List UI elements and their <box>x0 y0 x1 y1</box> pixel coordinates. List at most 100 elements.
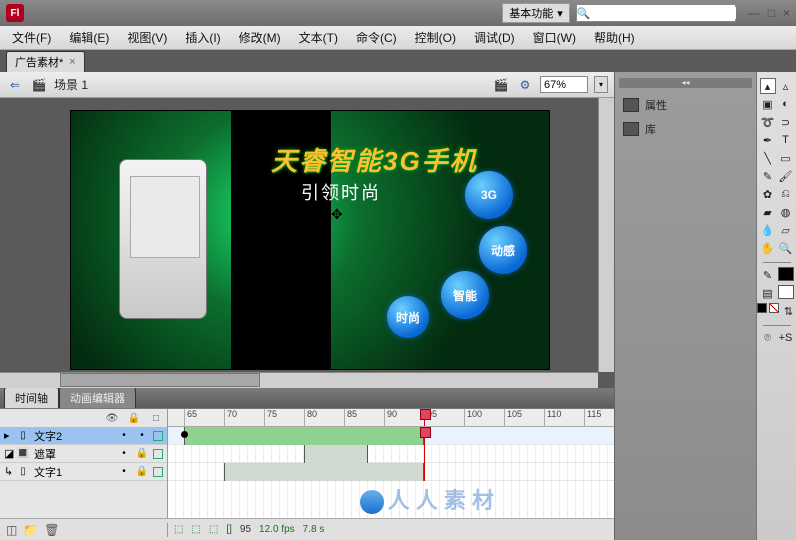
eraser-tool[interactable]: ▱ <box>778 222 794 238</box>
menu-modify[interactable]: 修改(M) <box>231 27 289 48</box>
selection-tool[interactable]: ▴ <box>760 78 776 94</box>
pen-tool[interactable]: ✒ <box>760 132 776 148</box>
eyedropper-tool[interactable]: 💧 <box>760 222 776 238</box>
visibility-icon[interactable]: 👁 <box>105 413 119 424</box>
lock-icon[interactable]: 🔒 <box>127 413 141 424</box>
right-panels: ◂◂ 属性 库 ▴▵ ▣◐ ➰⊃ ✒T ╲▭ ✎🖌 ✿⎌ ▰◍ 💧▱ ✋🔍 ✎ <box>614 72 796 540</box>
ink-bottle-tool[interactable]: ◍ <box>778 204 794 220</box>
menu-insert[interactable]: 插入(I) <box>177 27 228 48</box>
close-button[interactable]: × <box>783 6 790 20</box>
track-row[interactable] <box>168 463 614 481</box>
menu-debug[interactable]: 调试(D) <box>466 27 523 48</box>
swap-colors-button[interactable]: ⇅ <box>781 303 796 319</box>
minimize-button[interactable]: — <box>748 6 760 20</box>
track-row[interactable] <box>168 445 614 463</box>
menu-control[interactable]: 控制(O) <box>407 27 464 48</box>
onion-skin-outlines-button[interactable]: ⬚ <box>191 524 200 535</box>
scene-label: 场景 1 <box>54 76 88 93</box>
menu-view[interactable]: 视图(V) <box>119 27 175 48</box>
layer-lock-dot[interactable]: • <box>135 430 149 441</box>
fill-swatch[interactable] <box>778 285 794 299</box>
modify-markers-button[interactable]: [] <box>226 524 232 535</box>
search-input[interactable] <box>590 7 736 19</box>
free-transform-tool[interactable]: ▣ <box>760 96 776 112</box>
layer-type-icon: ↳ <box>4 465 12 478</box>
layer-row[interactable]: ↳▯文字1•🔒 <box>0 463 167 481</box>
frame-ruler[interactable]: 65707580859095100105110115 <box>168 409 614 426</box>
subselection-tool[interactable]: ▵ <box>778 78 794 94</box>
zoom-dropdown-icon[interactable]: ▾ <box>594 76 608 93</box>
smooth-button[interactable]: +S <box>778 330 794 346</box>
layer-lock-dot[interactable]: 🔒 <box>135 466 149 477</box>
menu-help[interactable]: 帮助(H) <box>586 27 643 48</box>
zoom-tool[interactable]: 🔍 <box>778 240 794 256</box>
layer-visibility-dot[interactable]: • <box>117 448 131 459</box>
outline-icon[interactable]: □ <box>149 413 163 424</box>
workspace-switcher[interactable]: 基本功能 ▾ <box>502 3 570 23</box>
menu-commands[interactable]: 命令(C) <box>348 27 405 48</box>
fps-display: 12.0 fps <box>259 524 295 535</box>
layer-outline-swatch[interactable] <box>153 449 163 459</box>
layer-outline-swatch[interactable] <box>153 431 163 441</box>
tracks-area[interactable]: 人 人 素 材 <box>168 427 614 518</box>
lasso-magnet-tool[interactable]: ⊃ <box>778 114 794 130</box>
line-tool[interactable]: ╲ <box>760 150 776 166</box>
brush-tool[interactable]: 🖌 <box>778 168 794 184</box>
playhead[interactable] <box>424 409 425 426</box>
elapsed-time: 7.8 s <box>303 524 325 535</box>
layer-row[interactable]: ▸▯文字2•• <box>0 427 167 445</box>
layer-visibility-dot[interactable]: • <box>117 466 131 477</box>
menu-file[interactable]: 文件(F) <box>4 27 59 48</box>
menu-window[interactable]: 窗口(W) <box>525 27 584 48</box>
bubble-shi-shang: 时尚 <box>387 296 429 338</box>
tab-timeline[interactable]: 时间轴 <box>4 387 59 408</box>
delete-layer-button[interactable]: 🗑 <box>44 523 59 537</box>
snap-to-objects-button[interactable]: ⌾ <box>760 330 776 346</box>
stroke-color-icon: ✎ <box>760 267 776 283</box>
panel-properties[interactable]: 属性 <box>619 94 752 116</box>
deco-tool[interactable]: ✿ <box>760 186 776 202</box>
properties-icon <box>623 98 639 112</box>
maximize-button[interactable]: □ <box>768 6 775 20</box>
tools-panel: ▴▵ ▣◐ ➰⊃ ✒T ╲▭ ✎🖌 ✿⎌ ▰◍ 💧▱ ✋🔍 ✎ ▤ ⇅ ⌾+S <box>756 72 796 540</box>
new-layer-button[interactable]: ◫ <box>6 523 17 537</box>
track-row[interactable] <box>168 427 614 445</box>
panel-library[interactable]: 库 <box>619 118 752 140</box>
move-cursor-icon: ✥ <box>331 206 343 223</box>
back-arrow-icon[interactable]: ⇐ <box>6 76 24 94</box>
no-color-button[interactable] <box>769 303 779 313</box>
close-tab-icon[interactable]: × <box>69 56 75 68</box>
panel-collapse-button[interactable]: ◂◂ <box>619 78 752 88</box>
layer-visibility-dot[interactable]: • <box>117 430 131 441</box>
bone-tool[interactable]: ⎌ <box>778 186 794 202</box>
zoom-input[interactable] <box>540 76 588 93</box>
layer-row[interactable]: ◪🔳遮罩•🔒 <box>0 445 167 463</box>
stage-hscrollbar[interactable] <box>0 372 598 388</box>
text-tool[interactable]: T <box>778 132 794 148</box>
lasso-tool[interactable]: ➰ <box>760 114 776 130</box>
paint-bucket-tool[interactable]: ▰ <box>760 204 776 220</box>
tab-motion-editor[interactable]: 动画编辑器 <box>59 387 136 408</box>
edit-multiple-frames-button[interactable]: ⬚ <box>209 524 218 535</box>
3d-rotation-tool[interactable]: ◐ <box>778 96 794 112</box>
layer-outline-swatch[interactable] <box>153 467 163 477</box>
edit-symbol-button[interactable]: ⚙ <box>516 76 534 94</box>
menu-edit[interactable]: 编辑(E) <box>61 27 117 48</box>
edit-scene-button[interactable]: 🎬 <box>492 76 510 94</box>
hand-tool[interactable]: ✋ <box>760 240 776 256</box>
playhead[interactable] <box>424 427 425 481</box>
pencil-tool[interactable]: ✎ <box>760 168 776 184</box>
stroke-swatch[interactable] <box>778 267 794 281</box>
document-tab[interactable]: 广告素材* × <box>6 51 85 72</box>
new-folder-button[interactable]: 📁 <box>23 523 38 537</box>
onion-skin-button[interactable]: ⬚ <box>174 524 183 535</box>
layer-lock-dot[interactable]: 🔒 <box>135 448 149 459</box>
menu-text[interactable]: 文本(T) <box>291 27 346 48</box>
default-colors-button[interactable] <box>757 303 767 313</box>
layer-icon: ▯ <box>16 466 30 477</box>
stage-canvas[interactable]: 天睿智能3G手机 引领时尚 3G 动感 智能 时尚 ✥ <box>70 110 550 370</box>
workspace-label: 基本功能 <box>509 5 553 21</box>
stage-vscrollbar[interactable] <box>598 98 614 372</box>
rectangle-tool[interactable]: ▭ <box>778 150 794 166</box>
layers-list: ▸▯文字2••◪🔳遮罩•🔒↳▯文字1•🔒 <box>0 427 168 518</box>
